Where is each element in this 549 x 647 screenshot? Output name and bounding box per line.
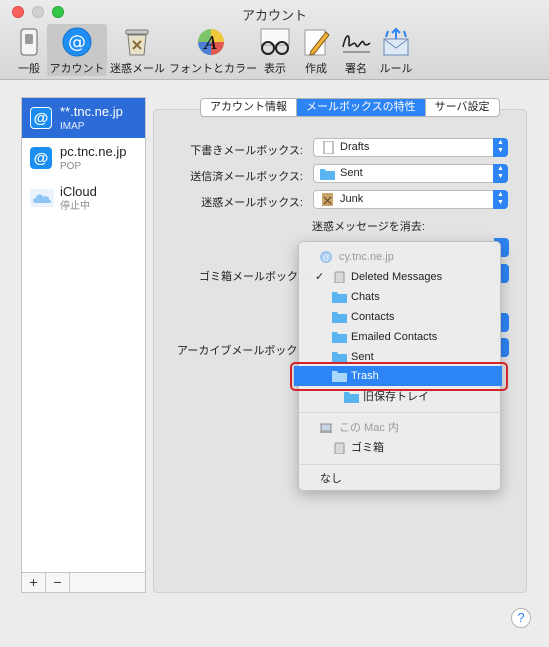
toolbar-accounts[interactable]: @ アカウント — [47, 24, 107, 76]
svg-text:A: A — [203, 33, 218, 54]
preferences-window: アカウント 一般 @ アカウント 迷惑メール A フォントとカラー 表示 作成 … — [0, 0, 549, 647]
menu-item-local-trash[interactable]: ゴミ箱 — [299, 438, 502, 458]
folder-icon — [344, 392, 359, 403]
glasses-icon — [259, 26, 291, 58]
menu-item-emailed-contacts[interactable]: Emailed Contacts — [299, 327, 502, 347]
toolbar-rules[interactable]: ルール — [378, 24, 414, 76]
compose-pencil-icon — [300, 26, 332, 58]
tab-server-settings[interactable]: サーバ設定 — [426, 99, 499, 116]
account-item[interactable]: iCloud 停止中 — [22, 178, 145, 218]
sent-popup[interactable]: Sent ▲ ▼ — [313, 164, 508, 183]
chevron-updown-icon: ▲ ▼ — [493, 164, 508, 183]
svg-text:@: @ — [68, 32, 86, 53]
checkmark-icon: ✓ — [315, 271, 325, 283]
junk-trash-icon — [121, 26, 153, 58]
trash-icon — [334, 271, 345, 283]
chevron-updown-icon: ▲ ▼ — [493, 138, 508, 157]
toolbar-viewing[interactable]: 表示 — [257, 24, 293, 76]
laptop-icon — [320, 423, 332, 433]
menu-item-contacts[interactable]: Contacts — [299, 307, 502, 327]
junk-popup[interactable]: Junk ▲ ▼ — [313, 190, 508, 209]
menu-local-header: この Mac 内 — [299, 418, 502, 438]
account-buttons: + − — [22, 572, 145, 592]
at-sign-icon: @ — [30, 147, 52, 169]
accounts-list: @ **.tnc.ne.jp IMAP @ pc.tnc.ne.jp POP i… — [21, 97, 146, 593]
erase-junk-label: 迷惑メッセージを消去: — [312, 221, 425, 233]
drafts-label: 下書きメールボックス: — [190, 145, 303, 157]
at-sign-icon: @ — [61, 26, 93, 58]
rules-envelope-icon — [380, 26, 412, 58]
settings-tabs: アカウント情報 メールボックスの特性 サーバ設定 — [200, 98, 500, 117]
icloud-icon — [30, 189, 54, 207]
menu-item-none[interactable]: なし — [299, 469, 502, 489]
toolbar-junk[interactable]: 迷惑メール — [110, 24, 165, 76]
folder-icon — [332, 332, 347, 343]
sent-label: 送信済メールボックス: — [190, 171, 303, 183]
at-sign-icon: @ — [30, 107, 52, 129]
general-switch-icon — [13, 26, 45, 58]
font-color-icon: A — [195, 26, 227, 58]
menu-separator — [299, 412, 502, 413]
junk-bin-icon — [322, 193, 333, 206]
document-icon — [323, 141, 334, 154]
drafts-popup[interactable]: Drafts ▲ ▼ — [313, 138, 508, 157]
account-item[interactable]: @ **.tnc.ne.jp IMAP — [22, 98, 145, 138]
archive-label: アーカイブメールボックス: — [177, 345, 312, 357]
at-sign-icon: @ — [320, 251, 332, 263]
trash-icon — [334, 442, 345, 454]
add-account-button[interactable]: + — [22, 573, 46, 592]
toolbar-fonts-colors[interactable]: A フォントとカラー — [169, 24, 257, 76]
remove-account-button[interactable]: − — [46, 573, 70, 592]
titlebar: アカウント 一般 @ アカウント 迷惑メール A フォントとカラー 表示 作成 … — [0, 0, 549, 80]
toolbar-general[interactable]: 一般 — [12, 24, 46, 76]
window-title: アカウント — [241, 8, 307, 23]
junk-label: 迷惑メールボックス: — [201, 197, 303, 209]
signature-icon — [340, 26, 372, 58]
menu-item-chats[interactable]: Chats — [299, 287, 502, 307]
menu-server-header: @ cy.tnc.ne.jp — [320, 251, 394, 263]
toolbar-composing[interactable]: 作成 — [299, 24, 333, 76]
svg-text:@: @ — [322, 253, 330, 262]
folder-icon — [332, 292, 347, 303]
menu-separator — [299, 464, 502, 465]
tab-mailbox-behaviors[interactable]: メールボックスの特性 — [297, 99, 426, 116]
menu-item-deleted-messages[interactable]: ✓ Deleted Messages — [299, 267, 502, 287]
tab-account-info[interactable]: アカウント情報 — [201, 99, 297, 116]
folder-icon — [320, 169, 335, 180]
account-item[interactable]: @ pc.tnc.ne.jp POP — [22, 138, 145, 178]
folder-icon — [332, 312, 347, 323]
help-button[interactable]: ? — [511, 608, 531, 628]
highlight-annotation-box — [290, 362, 508, 391]
trash-label: ゴミ箱メールボックス: — [199, 271, 312, 283]
toolbar-signatures[interactable]: 署名 — [338, 24, 374, 76]
chevron-updown-icon: ▲ ▼ — [493, 190, 508, 209]
